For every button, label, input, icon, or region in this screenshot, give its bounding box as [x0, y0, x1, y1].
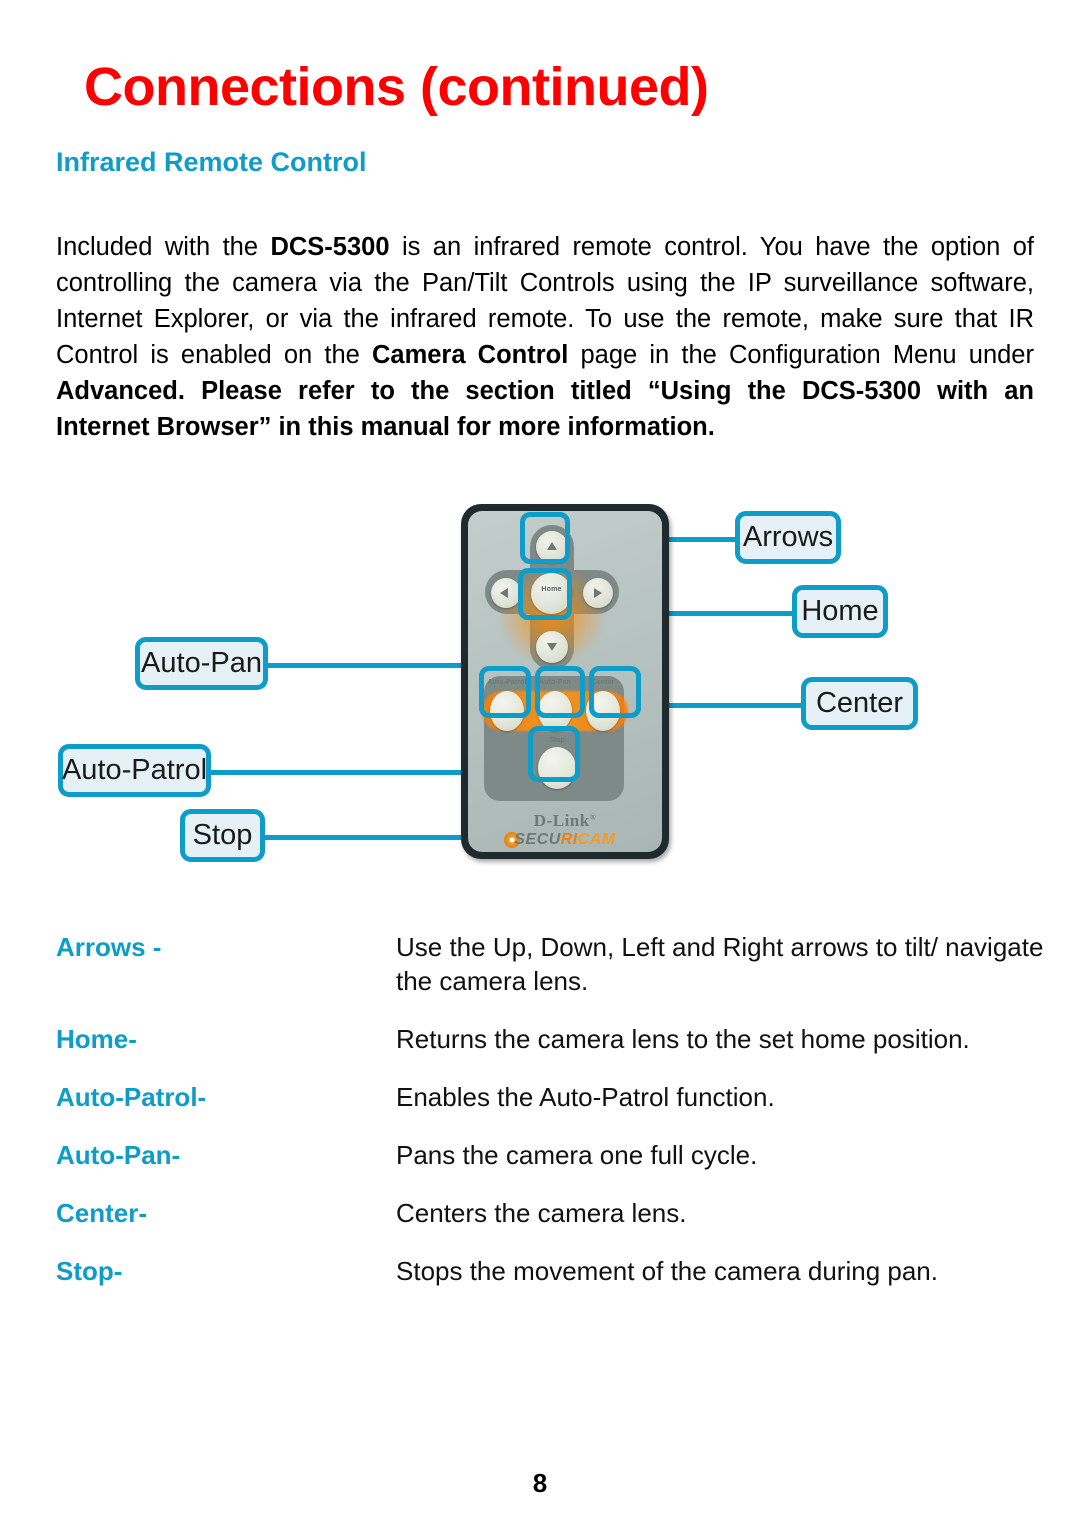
definition-desc-arrows: Use the Up, Down, Left and Right arrows …: [396, 932, 1044, 996]
intro-paragraph: Included with the DCS-5300 is an infrare…: [56, 229, 1034, 445]
page-title: Connections (continued): [84, 57, 709, 117]
lead-auto-patrol-h: [205, 770, 505, 775]
callout-auto-patrol[interactable]: Auto-Patrol: [58, 744, 211, 797]
left-arrow-button[interactable]: [491, 578, 521, 608]
callout-home[interactable]: Home: [792, 585, 888, 638]
definition-row-center: Center- Centers the camera lens.: [56, 1196, 1046, 1230]
definition-row-stop: Stop- Stops the movement of the camera d…: [56, 1254, 1046, 1288]
definition-row-auto-patrol: Auto-Patrol- Enables the Auto-Patrol fun…: [56, 1080, 1046, 1114]
dlink-wordmark: D-Link: [533, 811, 590, 830]
callout-stop[interactable]: Stop: [180, 809, 265, 862]
registered-trademark-icon: ®: [589, 812, 597, 822]
triangle-left-icon: [500, 588, 508, 598]
intro-text-3: page in the Configuration Menu under: [568, 340, 1034, 369]
callout-center[interactable]: Center: [801, 677, 918, 730]
definition-term-center: Center-: [56, 1198, 148, 1228]
callout-arrows[interactable]: Arrows: [735, 511, 841, 564]
down-arrow-button[interactable]: [536, 631, 568, 663]
definition-desc-auto-patrol: Enables the Auto-Patrol function.: [396, 1082, 775, 1112]
highlight-ring-center: [589, 666, 641, 718]
definition-term-home: Home-: [56, 1024, 137, 1054]
definition-row-auto-pan: Auto-Pan- Pans the camera one full cycle…: [56, 1138, 1046, 1172]
callout-auto-pan[interactable]: Auto-Pan: [135, 637, 268, 690]
highlight-ring-auto-pan: [535, 666, 585, 718]
section-heading: Infrared Remote Control: [56, 147, 367, 177]
definition-desc-auto-pan: Pans the camera one full cycle.: [396, 1140, 758, 1170]
definition-term-auto-pan: Auto-Pan-: [56, 1140, 181, 1170]
remote-button-definitions: Arrows - Use the Up, Down, Left and Righ…: [56, 930, 1046, 1312]
definition-term-auto-patrol: Auto-Patrol-: [56, 1082, 207, 1112]
definition-desc-home: Returns the camera lens to the set home …: [396, 1024, 970, 1054]
definition-term-stop: Stop-: [56, 1256, 123, 1286]
page-number: 8: [532, 1468, 548, 1498]
definition-term-arrows: Arrows -: [56, 932, 162, 962]
right-arrow-button[interactable]: [583, 578, 613, 608]
intro-bold-reference: . Please refer to the section titled “Us…: [56, 376, 1034, 441]
intro-bold-camera-control: Camera Control: [371, 340, 569, 369]
definition-row-arrows: Arrows - Use the Up, Down, Left and Righ…: [56, 930, 1046, 998]
definition-desc-stop: Stops the movement of the camera during …: [396, 1256, 938, 1286]
highlight-ring-arrows-up: [520, 512, 570, 564]
triangle-right-icon: [594, 588, 602, 598]
highlight-ring-home: [518, 568, 572, 620]
definition-row-home: Home- Returns the camera lens to the set…: [56, 1022, 1046, 1056]
remote-control-figure: Home Auto-Patrol Auto-Pan Center Stop D-…: [0, 490, 1080, 890]
securicam-part-cam: CAM: [577, 831, 616, 848]
intro-bold-advanced: Advanced: [56, 376, 178, 405]
highlight-ring-auto-patrol: [479, 666, 531, 718]
intro-bold-dcs5300: DCS-5300: [270, 232, 390, 261]
highlight-ring-stop: [528, 726, 580, 782]
dlink-logo: D-Link®: [468, 811, 662, 831]
triangle-down-icon: [547, 643, 557, 651]
definition-desc-center: Centers the camera lens.: [396, 1198, 687, 1228]
securicam-wordmark: SECURICAM: [468, 831, 662, 849]
securicam-part-ri: RI: [560, 831, 578, 848]
intro-text-1: Included with the: [56, 232, 271, 261]
securicam-part-secu: SECU: [514, 831, 561, 848]
